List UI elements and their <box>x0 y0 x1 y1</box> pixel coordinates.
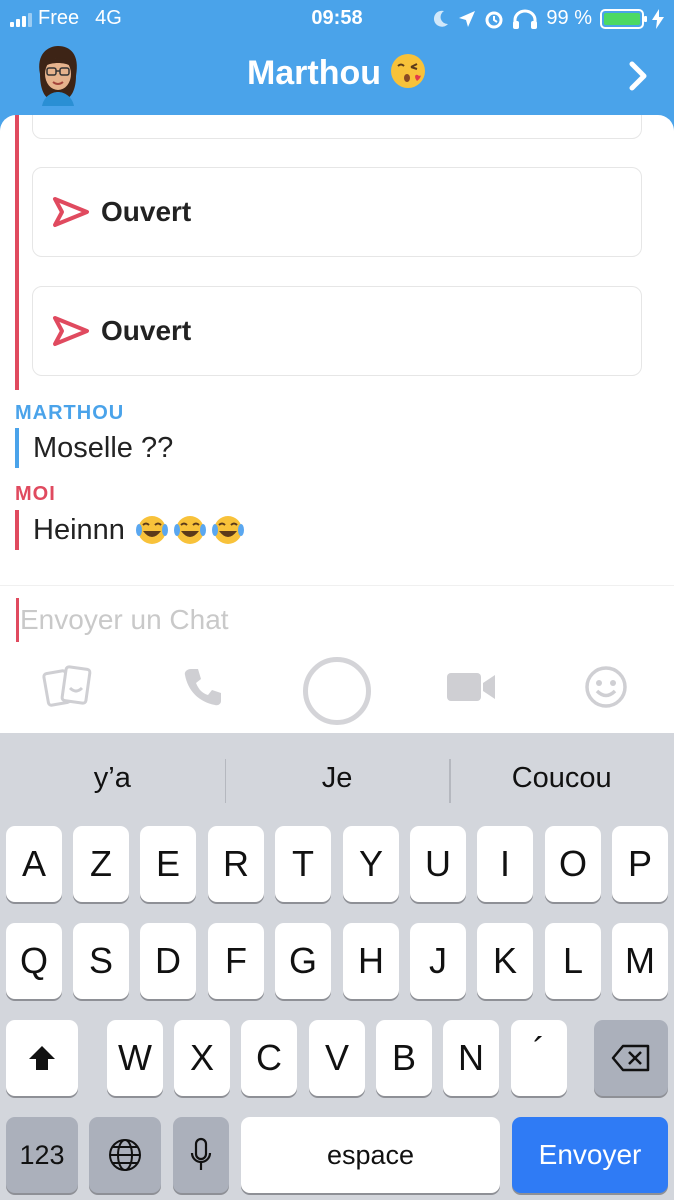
message-contact[interactable]: Moselle ?? <box>15 428 173 468</box>
key-k[interactable]: K <box>477 923 533 999</box>
status-bar: Free 4G 09:58 99 % <box>0 0 674 38</box>
suggestion-bar: y’a Je Coucou <box>0 733 674 823</box>
snap-card[interactable]: Ouvert <box>32 286 642 376</box>
contact-name: Marthou <box>246 54 382 92</box>
globe-key[interactable] <box>89 1117 161 1193</box>
key-o[interactable]: O <box>545 826 601 902</box>
tears-of-joy-emoji <box>173 516 206 544</box>
tears-of-joy-emoji <box>211 516 244 544</box>
key-q[interactable]: Q <box>6 923 62 999</box>
backspace-key[interactable] <box>594 1020 668 1096</box>
numbers-key[interactable]: 123 <box>6 1117 78 1193</box>
message-text: Heinnn <box>33 513 125 546</box>
key-u[interactable]: U <box>410 826 466 902</box>
smiley-icon <box>585 666 627 708</box>
globe-icon <box>109 1139 141 1171</box>
snap-card-partial[interactable] <box>32 115 642 139</box>
phone-icon <box>184 669 221 706</box>
status-icons: 99 % <box>432 7 664 30</box>
key-acute-accent[interactable]: ´ <box>511 1020 567 1096</box>
memories-cards-icon <box>42 665 92 707</box>
key-f[interactable]: F <box>208 923 264 999</box>
snap-status-label: Ouvert <box>101 315 192 346</box>
space-key[interactable]: espace <box>241 1117 500 1193</box>
sender-label-me: MOI <box>15 483 56 505</box>
key-e[interactable]: E <box>140 826 196 902</box>
video-call-button[interactable] <box>443 659 499 715</box>
chat-input[interactable] <box>20 600 620 640</box>
suggestion-item[interactable]: Je <box>224 733 450 823</box>
charging-bolt-icon <box>652 8 664 29</box>
shift-key[interactable] <box>6 1020 78 1096</box>
chat-toolbar <box>0 645 674 733</box>
sent-snaps-thread-bar <box>15 115 19 390</box>
key-y[interactable]: Y <box>343 826 399 902</box>
chevron-right-icon[interactable] <box>626 60 650 92</box>
text-cursor <box>16 598 19 642</box>
moon-icon <box>434 10 449 27</box>
emoji-button[interactable] <box>578 659 634 715</box>
contact-title[interactable]: Marthou <box>0 52 674 93</box>
key-j[interactable]: J <box>410 923 466 999</box>
sent-arrow-icon <box>53 197 89 227</box>
key-z[interactable]: Z <box>73 826 129 902</box>
key-s[interactable]: S <box>73 923 129 999</box>
battery-fill <box>604 12 640 25</box>
microphone-icon <box>190 1137 212 1170</box>
location-arrow-icon <box>459 10 476 27</box>
capture-button[interactable] <box>303 657 371 725</box>
battery-icon <box>600 8 647 29</box>
key-t[interactable]: T <box>275 826 331 902</box>
key-v[interactable]: V <box>309 1020 365 1096</box>
key-d[interactable]: D <box>140 923 196 999</box>
message-me[interactable]: Heinnn <box>15 510 245 550</box>
key-n[interactable]: N <box>443 1020 499 1096</box>
shift-arrow-icon <box>29 1046 55 1070</box>
sender-label-contact: MARTHOU <box>15 402 125 424</box>
sent-arrow-icon <box>53 316 89 346</box>
snap-status-label: Ouvert <box>101 196 192 227</box>
key-x[interactable]: X <box>174 1020 230 1096</box>
tears-of-joy-emoji <box>135 516 168 544</box>
key-h[interactable]: H <box>343 923 399 999</box>
key-r[interactable]: R <box>208 826 264 902</box>
send-key[interactable]: Envoyer <box>512 1117 668 1193</box>
backspace-icon <box>611 1044 650 1072</box>
memories-button[interactable] <box>40 659 96 715</box>
key-w[interactable]: W <box>107 1020 163 1096</box>
headphones-icon <box>513 9 538 29</box>
snap-card[interactable]: Ouvert <box>32 167 642 257</box>
suggestion-item[interactable]: y’a <box>0 733 225 823</box>
key-p[interactable]: P <box>612 826 668 902</box>
face-blowing-kiss-emoji <box>391 54 426 88</box>
key-a[interactable]: A <box>6 826 62 902</box>
key-c[interactable]: C <box>241 1020 297 1096</box>
key-i[interactable]: I <box>477 826 533 902</box>
video-camera-icon <box>447 673 495 701</box>
key-m[interactable]: M <box>612 923 668 999</box>
chat-area[interactable]: Ouvert Ouvert MARTHOU Moselle ?? MOI Hei… <box>0 115 674 585</box>
dictation-key[interactable] <box>173 1117 229 1193</box>
chat-composer <box>0 585 674 645</box>
battery-percent: 99 % <box>546 7 592 29</box>
alarm-icon <box>485 11 503 28</box>
suggestion-item[interactable]: Coucou <box>449 733 674 823</box>
key-b[interactable]: B <box>376 1020 432 1096</box>
emoji-group <box>135 513 245 547</box>
key-l[interactable]: L <box>545 923 601 999</box>
call-button[interactable] <box>175 659 231 715</box>
key-g[interactable]: G <box>275 923 331 999</box>
keyboard: y’a Je Coucou A Z E R T Y U I O P Q S D … <box>0 733 674 1200</box>
message-text: Moselle ?? <box>33 431 174 464</box>
